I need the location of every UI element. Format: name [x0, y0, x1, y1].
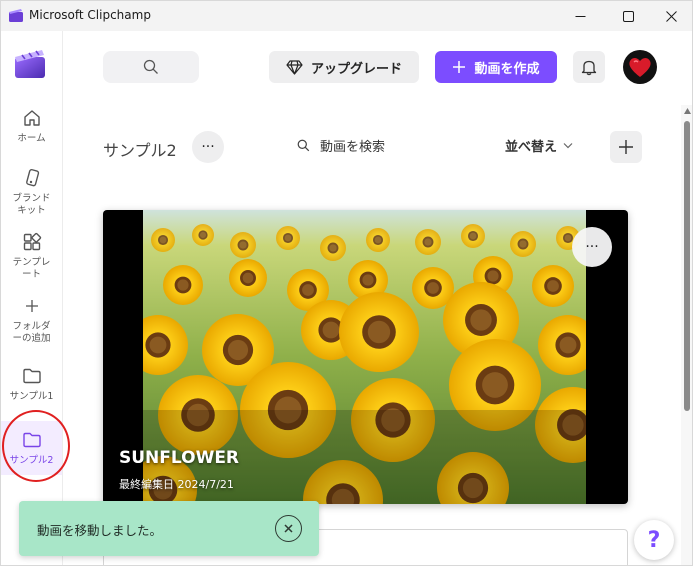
sidebar-item-templates[interactable]: テンプレ ート [1, 231, 62, 283]
folder-more-button[interactable]: ··· [192, 131, 224, 163]
brand-kit-icon [25, 168, 39, 187]
create-video-label: 動画を作成 [474, 61, 540, 77]
close-icon [665, 10, 677, 22]
sort-button[interactable]: 並べ替え [505, 136, 573, 155]
window-title: Microsoft Clipchamp [29, 8, 151, 22]
upgrade-button[interactable]: アップグレード [269, 51, 419, 83]
search-icon [143, 59, 158, 74]
scrollbar-thumb[interactable] [684, 121, 690, 411]
plus-icon [25, 300, 38, 312]
heart-avatar-icon [629, 58, 651, 77]
minimize-icon [575, 15, 585, 17]
sidebar-item-label: ブランド キット [12, 193, 51, 216]
folder-icon [22, 368, 41, 384]
sidebar-item-home[interactable]: ホーム [1, 107, 62, 153]
sidebar-item-label: テンプレ ート [12, 257, 51, 280]
sidebar-item-label: ホーム [17, 133, 46, 144]
app-window: Microsoft Clipchamp ホーム ブランド キット テンプレ ート… [0, 0, 693, 566]
minimize-button[interactable] [557, 1, 603, 31]
sidebar-item-brand-kit[interactable]: ブランド キット [1, 167, 62, 219]
chevron-down-icon [563, 143, 573, 149]
user-avatar[interactable] [623, 50, 657, 84]
video-search-label: 動画を検索 [320, 140, 386, 155]
sidebar-item-label: サンプル1 [9, 391, 54, 402]
plus-icon [453, 61, 466, 73]
template-icon [23, 232, 41, 251]
help-icon: ? [647, 527, 661, 553]
more-icon: ··· [585, 239, 599, 255]
search-button[interactable] [103, 51, 199, 83]
search-icon [297, 139, 310, 152]
sidebar-item-add-folder[interactable]: フォルダ ーの追加 [1, 295, 62, 347]
close-window-button[interactable] [648, 1, 692, 31]
video-last-edited: 最終編集日 2024/7/21 [119, 478, 234, 491]
home-icon [23, 110, 40, 126]
toast-message: 動画を移動しました。 [37, 523, 163, 538]
sidebar-item-label: フォルダ ーの追加 [12, 321, 51, 344]
folder-title: サンプル2 [103, 141, 177, 160]
video-card[interactable]: ··· SUNFLOWER 最終編集日 2024/7/21 [103, 210, 628, 504]
left-sidebar: ホーム ブランド キット テンプレ ート フォルダ ーの追加 サンプル1 サンプ… [1, 31, 63, 565]
title-bar: Microsoft Clipchamp [1, 1, 692, 31]
maximize-button[interactable] [605, 1, 651, 31]
sidebar-item-sample1[interactable]: サンプル1 [1, 365, 62, 409]
sidebar-item-sample2[interactable]: サンプル2 [1, 421, 62, 475]
scroll-up-arrow-icon[interactable] [684, 108, 691, 114]
close-icon [284, 524, 293, 533]
video-more-button[interactable]: ··· [572, 227, 612, 267]
toast-close-button[interactable] [275, 515, 302, 542]
help-button[interactable]: ? [634, 520, 674, 560]
toast-notification: 動画を移動しました。 [19, 501, 319, 556]
add-button[interactable] [610, 131, 642, 163]
upgrade-label: アップグレード [310, 61, 402, 77]
folder-icon [22, 432, 41, 448]
more-icon: ··· [201, 139, 215, 155]
bell-icon [581, 60, 597, 75]
sidebar-item-label: サンプル2 [9, 455, 54, 466]
create-video-button[interactable]: 動画を作成 [435, 51, 557, 83]
video-title: SUNFLOWER [119, 448, 240, 468]
maximize-icon [622, 10, 634, 22]
sort-label: 並べ替え [505, 140, 558, 155]
clipchamp-logo-icon[interactable] [13, 47, 47, 79]
video-search[interactable]: 動画を検索 [297, 136, 385, 155]
notifications-button[interactable] [573, 51, 605, 83]
clipchamp-app-icon [9, 9, 23, 22]
plus-icon [619, 140, 633, 154]
diamond-icon [286, 59, 303, 75]
